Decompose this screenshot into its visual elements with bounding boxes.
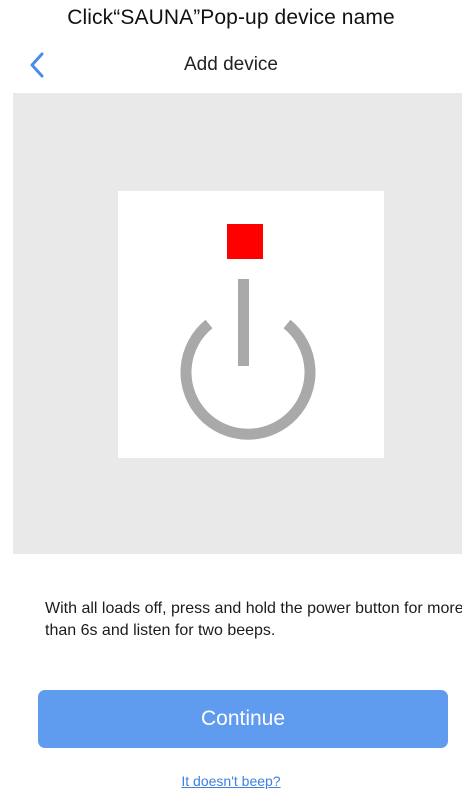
indicator-light: [227, 224, 263, 259]
continue-button[interactable]: Continue: [38, 690, 448, 748]
instructions-text: With all loads off, press and hold the p…: [45, 600, 462, 639]
nav-bar: Add device: [0, 46, 462, 86]
no-beep-help-link[interactable]: It doesn't beep?: [0, 773, 462, 789]
device-illustration: [13, 93, 462, 554]
device-card: [118, 191, 384, 458]
power-line: [238, 279, 249, 366]
page-title: Add device: [183, 54, 278, 75]
page-caption: Click“SAUNA”Pop-up device name: [67, 6, 395, 29]
add-device-screen: Click“SAUNA”Pop-up device name Add devic…: [0, 0, 462, 794]
power-button-icon: [180, 224, 316, 440]
